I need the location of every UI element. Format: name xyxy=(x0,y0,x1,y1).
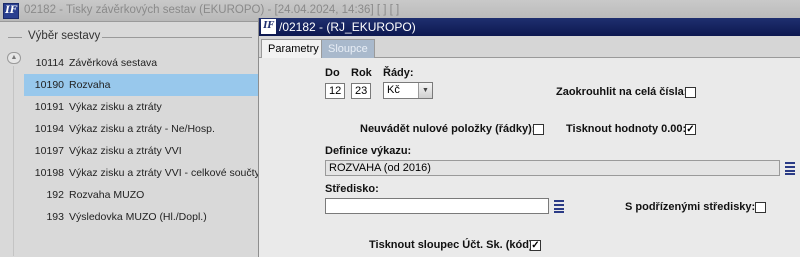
report-code: 10194 xyxy=(34,123,64,135)
report-code: 192 xyxy=(46,189,64,201)
report-label: Výkaz zisku a ztráty VVI - celkové součt… xyxy=(69,167,260,179)
report-selection-title: Výběr sestavy xyxy=(28,30,101,42)
print-column-checkbox[interactable]: ✓ xyxy=(530,240,541,251)
definition-label: Definice výkazu: xyxy=(325,145,412,157)
do-input[interactable]: 12 xyxy=(325,83,345,99)
scroll-up-icon[interactable]: ▲ xyxy=(7,52,21,64)
app-logo-icon: IF xyxy=(261,19,276,34)
report-code: 193 xyxy=(46,211,64,223)
header-divider xyxy=(102,37,252,38)
report-label: Výkaz zisku a ztráty xyxy=(69,101,162,113)
list-item[interactable]: 10198 Výkaz zisku a ztráty VVI - celkové … xyxy=(24,162,260,184)
sub-centers-label: S podřízenými středisky: xyxy=(625,201,756,213)
dialog-title-bar: IF /02182 - (RJ_EKUROPO) xyxy=(259,18,800,36)
report-selection-panel: Výběr sestavy ▲ 10114 Závěrková sestava 1… xyxy=(0,22,260,257)
report-code: 10114 xyxy=(35,57,64,69)
round-checkbox[interactable] xyxy=(685,87,696,98)
rok-label: Rok xyxy=(351,67,372,79)
tab-parametry[interactable]: Parametry xyxy=(261,39,326,59)
report-code: 10198 xyxy=(34,167,64,179)
tab-sloupce[interactable]: Sloupce xyxy=(321,39,375,58)
report-code: 10191 xyxy=(34,101,64,113)
scroll-track[interactable] xyxy=(13,66,14,256)
parameters-form: Do 12 Rok 23 Řády: Kč ▼ Zaokrouhlit na c… xyxy=(259,58,800,257)
window-title: 02182 - Tisky závěrkových sestav (EKUROP… xyxy=(24,4,400,16)
app-logo-icon: IF xyxy=(3,3,19,19)
report-label: Výkaz zisku a ztráty VVI xyxy=(69,145,182,157)
zero-rows-label: Neuvádět nulové položky (řádky): xyxy=(360,123,536,135)
print-zero-label: Tisknout hodnoty 0.00: xyxy=(566,123,687,135)
list-picker-icon[interactable] xyxy=(553,198,565,214)
chevron-down-icon[interactable]: ▼ xyxy=(418,83,432,98)
report-label: Rozvaha MUZO xyxy=(69,189,145,201)
list-item[interactable]: 10191 Výkaz zisku a ztráty xyxy=(24,96,258,118)
round-label: Zaokrouhlit na celá čísla: xyxy=(556,86,688,98)
list-item[interactable]: 10190 Rozvaha xyxy=(24,74,258,96)
print-column-label: Tisknout sloupec Účt. Sk. (kód): xyxy=(369,239,537,251)
rady-select[interactable]: Kč ▼ xyxy=(383,82,433,99)
rady-value: Kč xyxy=(387,84,400,96)
do-label: Do xyxy=(325,67,340,79)
report-label: Výkaz zisku a ztráty - Ne/Hosp. xyxy=(69,123,215,135)
definition-field[interactable]: ROZVAHA (od 2016) xyxy=(325,160,780,176)
zero-rows-checkbox[interactable] xyxy=(533,124,544,135)
list-item[interactable]: 10194 Výkaz zisku a ztráty - Ne/Hosp. xyxy=(24,118,258,140)
tab-bar: Parametry Sloupce xyxy=(259,36,800,59)
center-input[interactable] xyxy=(325,198,549,214)
parameters-dialog: IF /02182 - (RJ_EKUROPO) Parametry Sloup… xyxy=(258,18,800,257)
report-label: Výsledovka MUZO (Hl./Dopl.) xyxy=(69,211,207,223)
rok-input[interactable]: 23 xyxy=(351,83,371,99)
list-picker-icon[interactable] xyxy=(784,160,796,176)
report-code: 10190 xyxy=(34,79,64,91)
report-code: 10197 xyxy=(34,145,64,157)
sub-centers-checkbox[interactable] xyxy=(755,202,766,213)
report-label: Závěrková sestava xyxy=(69,57,158,69)
rady-label: Řády: xyxy=(383,67,414,79)
report-selection-header: Výběr sestavy xyxy=(8,30,254,44)
print-zero-checkbox[interactable]: ✓ xyxy=(685,124,696,135)
list-item[interactable]: 192 Rozvaha MUZO xyxy=(24,184,258,206)
list-item[interactable]: 193 Výsledovka MUZO (Hl./Dopl.) xyxy=(24,206,258,228)
list-item[interactable]: 10114 Závěrková sestava xyxy=(24,52,258,74)
dialog-title: /02182 - (RJ_EKUROPO) xyxy=(279,20,416,34)
center-label: Středisko: xyxy=(325,183,379,195)
report-list: 10114 Závěrková sestava 10190 Rozvaha 1019… xyxy=(24,52,260,228)
header-divider xyxy=(8,37,22,38)
report-label: Rozvaha xyxy=(69,79,111,91)
list-item[interactable]: 10197 Výkaz zisku a ztráty VVI xyxy=(24,140,258,162)
